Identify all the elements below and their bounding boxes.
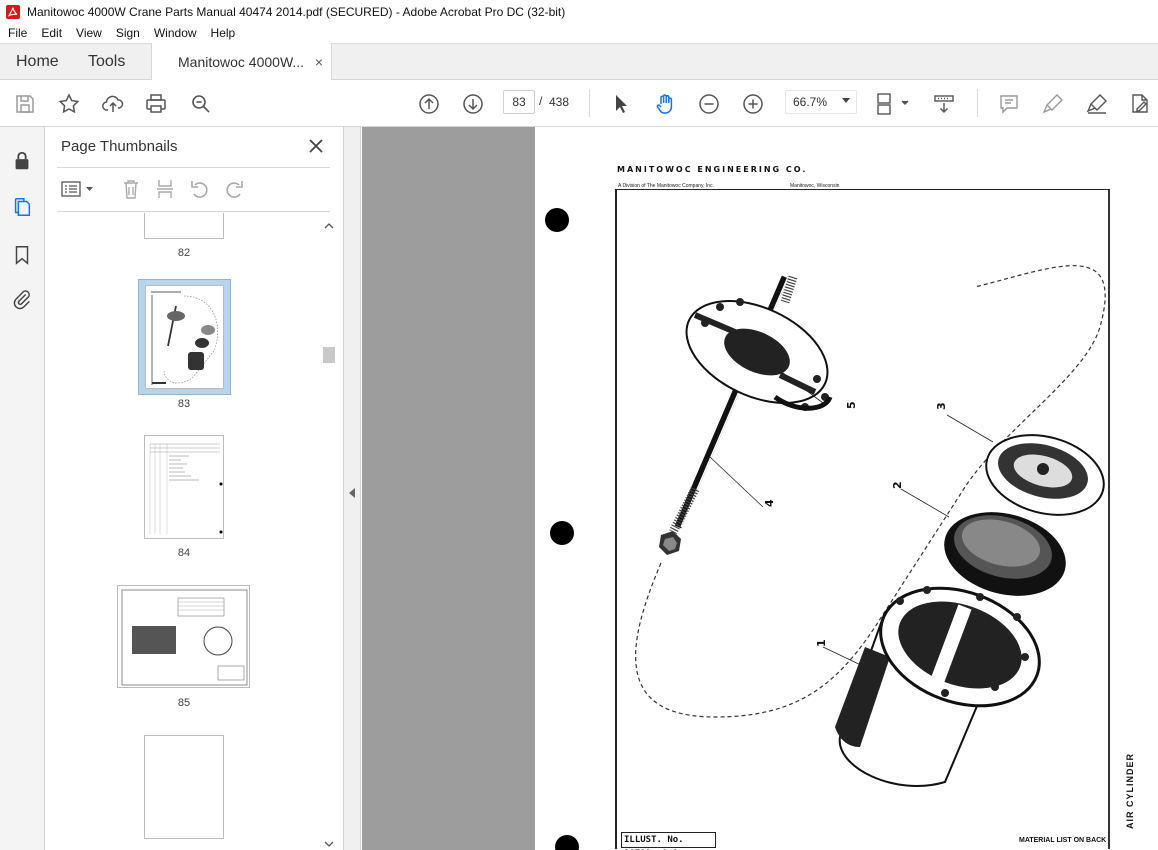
callout-4: 4 <box>763 499 776 507</box>
current-page-input[interactable]: 83 <box>503 90 535 114</box>
tab-document-label: Manitowoc 4000W... <box>178 54 305 70</box>
drawing-caption: AIR CYLINDER <box>1125 752 1135 829</box>
upload-icon[interactable] <box>100 91 126 117</box>
lock-icon[interactable] <box>10 149 34 173</box>
left-rail <box>0 127 45 850</box>
acrobat-app-icon <box>6 4 20 19</box>
menu-help[interactable]: Help <box>211 26 236 40</box>
toolbar-divider <box>589 89 590 117</box>
chevron-down-icon[interactable] <box>323 839 335 849</box>
callout-5: 5 <box>845 401 858 409</box>
callout-1: 1 <box>815 639 828 647</box>
tab-bar: Home Tools Manitowoc 4000W... × <box>0 43 1158 81</box>
rotate-right-icon[interactable] <box>223 178 245 200</box>
divider <box>57 211 330 212</box>
window-title: Manitowoc 4000W Crane Parts Manual 40474… <box>27 4 566 19</box>
print-icon[interactable] <box>143 91 169 117</box>
edit-pdf-icon[interactable] <box>1127 91 1153 117</box>
thumbnail-label: 84 <box>177 547 191 559</box>
zoom-in-icon[interactable] <box>740 91 766 117</box>
thumbnail-page-84[interactable] <box>144 435 224 539</box>
toolbar <box>0 80 1158 127</box>
scrollbar-thumb[interactable] <box>323 347 335 363</box>
air-cylinder-drawing: 5 4 3 2 1 <box>635 265 1106 787</box>
callout-3: 3 <box>935 402 948 410</box>
page-up-icon[interactable] <box>416 91 442 117</box>
delete-icon[interactable] <box>121 178 141 200</box>
illustration-number: ILLUST. No. 20729 -A-1 <box>621 832 716 850</box>
thumbnail-page-85[interactable] <box>117 585 250 688</box>
highlight-icon[interactable] <box>1040 91 1066 117</box>
document-view[interactable]: MANITOWOC ENGINEERING CO. A Division of … <box>362 127 1158 850</box>
zoom-out-icon[interactable] <box>696 91 722 117</box>
star-icon[interactable] <box>56 91 82 117</box>
find-icon[interactable] <box>188 91 214 117</box>
toolbar-divider <box>977 89 978 117</box>
close-icon[interactable] <box>306 136 326 156</box>
pdf-page: MANITOWOC ENGINEERING CO. A Division of … <box>535 127 1158 850</box>
page-separator: / <box>539 94 543 108</box>
options-menu-icon[interactable] <box>61 180 95 198</box>
menu-window[interactable]: Window <box>154 26 197 40</box>
insert-page-icon[interactable] <box>155 178 175 200</box>
thumbnail-list: 82 83 84 85 <box>45 213 330 850</box>
menu-sign[interactable]: Sign <box>116 26 140 40</box>
panel-title: Page Thumbnails <box>61 138 178 155</box>
chevron-up-icon[interactable] <box>323 221 335 231</box>
zoom-value: 66.7% <box>793 95 828 109</box>
thumbnail-label: 85 <box>177 697 191 709</box>
page-down-icon[interactable] <box>460 91 486 117</box>
thumbnail-label: 82 <box>177 247 191 259</box>
tab-close-icon[interactable]: × <box>315 54 323 70</box>
thumbnail-scrollbar[interactable] <box>321 221 335 850</box>
menu-file[interactable]: File <box>8 26 27 40</box>
callout-2: 2 <box>891 481 904 489</box>
menu-view[interactable]: View <box>76 26 102 40</box>
bookmark-icon[interactable] <box>10 243 34 267</box>
thumbnail-tools <box>59 174 319 204</box>
save-icon[interactable] <box>12 91 38 117</box>
page-thumbnails-icon[interactable] <box>10 195 34 219</box>
zoom-select[interactable]: 66.7% <box>785 90 857 114</box>
attachment-icon[interactable] <box>10 288 34 312</box>
sign-icon[interactable] <box>1084 91 1110 117</box>
fit-page-icon[interactable] <box>874 91 910 117</box>
title-bar: Manitowoc 4000W Crane Parts Manual 40474… <box>0 0 1158 23</box>
thumbnail-page-82[interactable] <box>144 213 224 239</box>
menu-bar: File Edit View Sign Window Help <box>0 23 1158 43</box>
material-list-note: MATERIAL LIST ON BACK <box>1019 837 1107 844</box>
scroll-mode-icon[interactable] <box>931 91 957 117</box>
divider <box>57 167 330 168</box>
thumbnail-label: 83 <box>177 398 191 410</box>
select-arrow-icon[interactable] <box>607 91 633 117</box>
rotate-left-icon[interactable] <box>189 178 211 200</box>
menu-edit[interactable]: Edit <box>41 26 62 40</box>
thumbnails-panel: Page Thumbnails 82 83 84 85 <box>45 127 344 850</box>
comment-icon[interactable] <box>996 91 1022 117</box>
tab-tools[interactable]: Tools <box>88 53 125 71</box>
tab-home[interactable]: Home <box>16 53 59 71</box>
hand-icon[interactable] <box>652 91 678 117</box>
total-pages: 438 <box>549 95 570 109</box>
panel-collapse-handle[interactable] <box>344 127 361 850</box>
chevron-down-icon <box>842 98 850 103</box>
collapse-arrow-icon <box>349 488 355 498</box>
tab-document[interactable]: Manitowoc 4000W... × <box>151 43 332 81</box>
thumbnail-page-83[interactable] <box>145 285 224 389</box>
thumbnail-page-86[interactable] <box>144 735 224 839</box>
